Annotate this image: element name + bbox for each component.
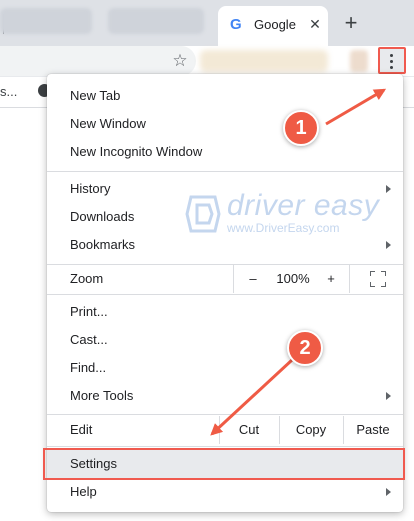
step-2-badge: 2 bbox=[287, 330, 323, 366]
blurred-profile[interactable] bbox=[350, 50, 368, 72]
menu-divider bbox=[47, 446, 403, 447]
submenu-arrow-icon bbox=[386, 185, 391, 193]
settings-highlight bbox=[43, 448, 405, 480]
menu-divider bbox=[47, 294, 403, 295]
three-dots-vertical-icon bbox=[390, 54, 394, 72]
blurred-extensions[interactable] bbox=[200, 50, 328, 72]
driver-easy-watermark: driver easy www.DriverEasy.com bbox=[183, 189, 383, 243]
menu-item-new-window[interactable]: New Window bbox=[47, 110, 403, 138]
driver-easy-logo-icon bbox=[185, 195, 221, 233]
zoom-level: 100% bbox=[276, 271, 310, 286]
menu-item-help[interactable]: Help bbox=[47, 478, 403, 506]
copy-button[interactable]: Copy bbox=[279, 416, 343, 444]
menu-divider bbox=[47, 171, 403, 172]
close-icon[interactable]: ✕ bbox=[307, 15, 323, 33]
bookmark-item[interactable]: s... bbox=[0, 84, 17, 99]
step-1-badge: 1 bbox=[283, 110, 319, 146]
menu-item-print[interactable]: Print... bbox=[47, 298, 403, 326]
menu-item-zoom: Zoom – 100% + bbox=[47, 265, 403, 293]
watermark-title: driver easy bbox=[227, 189, 380, 222]
submenu-arrow-icon bbox=[386, 241, 391, 249]
paste-button[interactable]: Paste bbox=[343, 416, 403, 444]
zoom-divider bbox=[233, 265, 234, 293]
chrome-menu-button[interactable] bbox=[378, 47, 406, 74]
menu-divider bbox=[47, 414, 403, 415]
menu-item-more-tools[interactable]: More Tools bbox=[47, 382, 403, 410]
tab-title: Google bbox=[254, 17, 296, 32]
chrome-menu: New Tab New Window New Incognito Window … bbox=[47, 74, 403, 512]
cut-button[interactable]: Cut bbox=[219, 416, 279, 444]
menu-item-new-tab[interactable]: New Tab bbox=[47, 82, 403, 110]
zoom-divider bbox=[349, 265, 350, 293]
submenu-arrow-icon bbox=[386, 488, 391, 496]
zoom-out-button[interactable]: – bbox=[243, 265, 263, 293]
plus-icon[interactable]: + bbox=[340, 12, 362, 34]
blurred-tab[interactable] bbox=[0, 8, 92, 34]
menu-item-find[interactable]: Find... bbox=[47, 354, 403, 382]
menu-item-edit: Edit Cut Copy Paste bbox=[47, 416, 403, 444]
tab-google[interactable]: G Google ✕ bbox=[218, 6, 328, 46]
fullscreen-icon[interactable] bbox=[370, 271, 386, 287]
blurred-tab[interactable] bbox=[108, 8, 204, 34]
address-bar[interactable] bbox=[0, 46, 196, 76]
submenu-arrow-icon bbox=[386, 392, 391, 400]
star-icon[interactable]: ☆ bbox=[170, 51, 190, 71]
zoom-in-button[interactable]: + bbox=[321, 265, 341, 293]
watermark-url: www.DriverEasy.com bbox=[227, 221, 340, 235]
menu-item-cast[interactable]: Cast... bbox=[47, 326, 403, 354]
google-g-icon: G bbox=[230, 16, 242, 33]
menu-item-new-incognito-window[interactable]: New Incognito Window bbox=[47, 138, 403, 166]
